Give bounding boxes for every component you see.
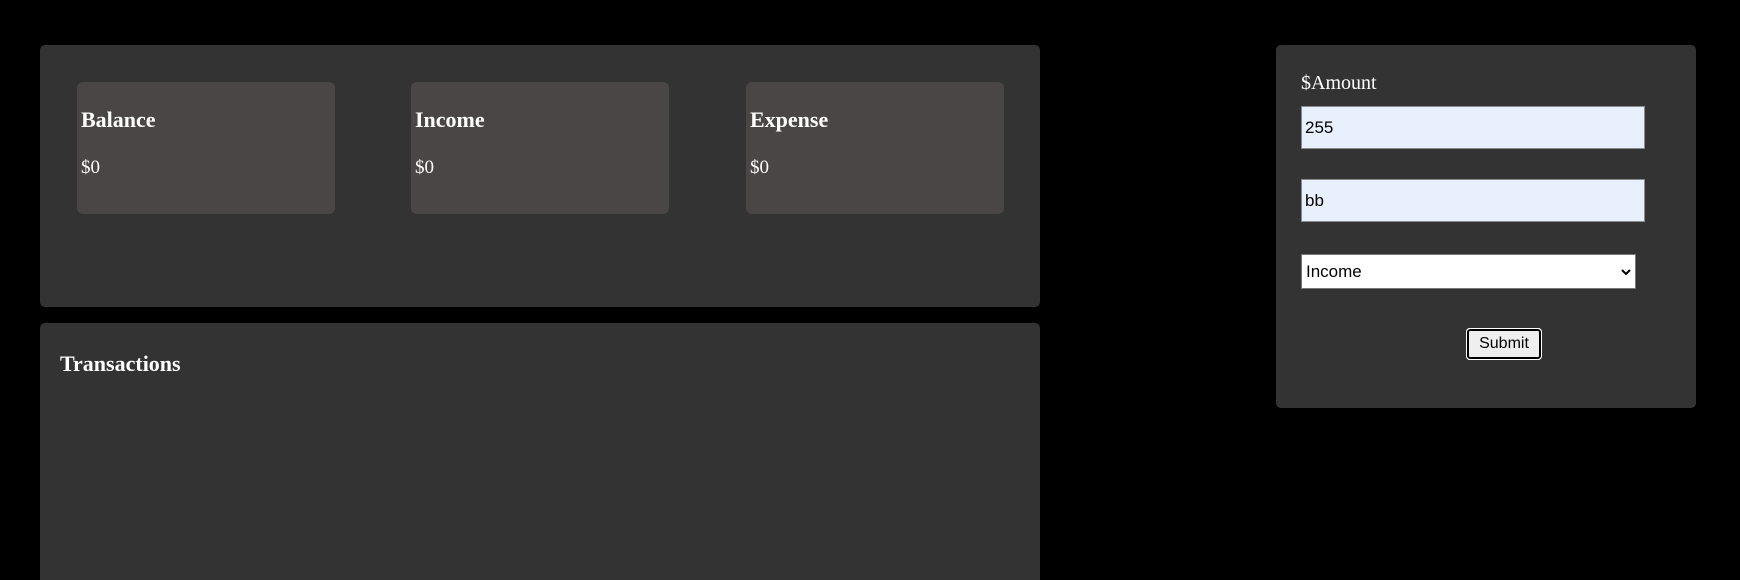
- expense-title: Expense: [750, 107, 829, 132]
- balance-card: Balance $0: [77, 82, 335, 214]
- balance-value: $0: [81, 157, 100, 178]
- expense-tracker-page: Balance $0 Income $0 Expense $0 Transact…: [0, 0, 1740, 580]
- amount-input[interactable]: [1301, 106, 1645, 149]
- summary-panel: Balance $0 Income $0 Expense $0: [40, 45, 1040, 307]
- balance-title: Balance: [81, 107, 156, 132]
- transaction-type-select[interactable]: Income: [1301, 254, 1636, 289]
- transactions-panel: Transactions: [40, 323, 1040, 580]
- chevron-down-icon: [1621, 268, 1631, 275]
- submit-button[interactable]: Submit: [1466, 328, 1542, 360]
- description-input[interactable]: [1301, 179, 1645, 222]
- income-title: Income: [415, 107, 485, 132]
- transaction-type-selected: Income: [1306, 261, 1362, 281]
- income-card: Income $0: [411, 82, 669, 214]
- expense-value: $0: [750, 157, 769, 178]
- income-value: $0: [415, 157, 434, 178]
- transaction-form: $Amount Income Submit: [1276, 45, 1696, 408]
- expense-card: Expense $0: [746, 82, 1004, 214]
- transactions-title: Transactions: [60, 351, 181, 376]
- amount-label: $Amount: [1301, 72, 1377, 94]
